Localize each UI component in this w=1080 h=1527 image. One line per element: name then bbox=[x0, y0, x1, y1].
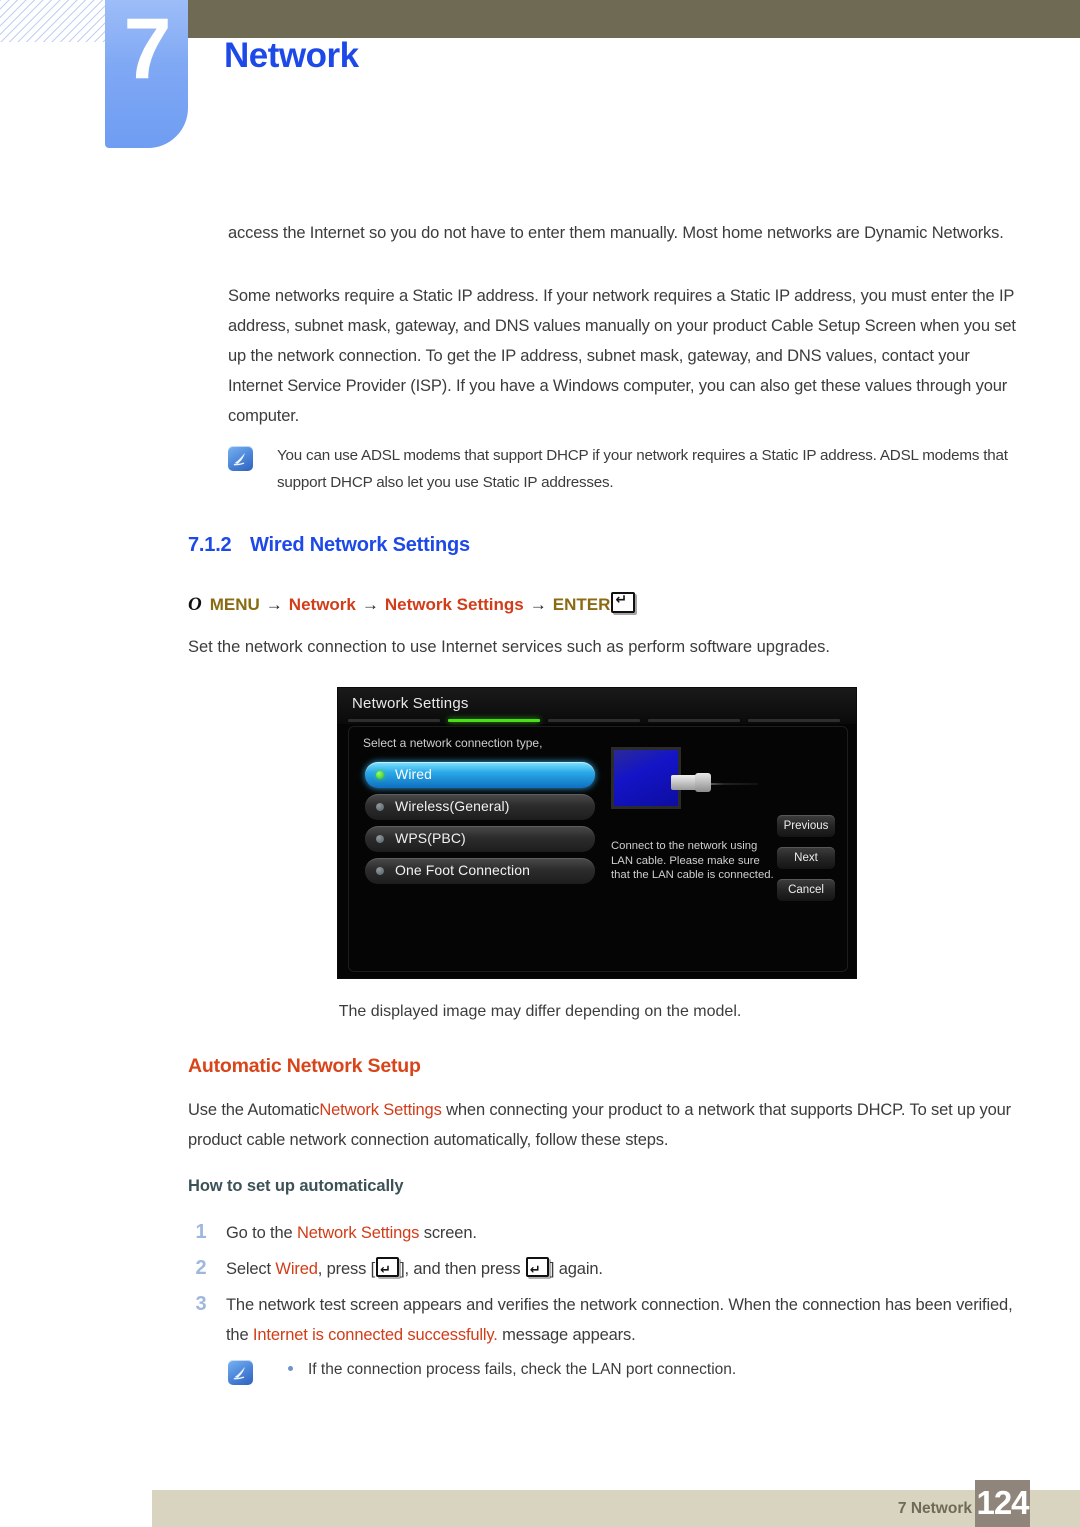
steps-list: 1 Go to the Network Settings screen. 2 S… bbox=[188, 1218, 1018, 1356]
radio-dot-icon bbox=[376, 803, 384, 811]
step1-suffix: screen. bbox=[419, 1224, 477, 1242]
step2-highlight: Wired bbox=[275, 1260, 318, 1278]
tv-panel: Select a network connection type, Wired … bbox=[348, 726, 848, 972]
arrow-icon-2: → bbox=[361, 595, 379, 614]
page-number-box: 124 bbox=[975, 1480, 1030, 1527]
enter-key-icon bbox=[611, 591, 636, 613]
note-pen-icon bbox=[228, 1360, 253, 1385]
menu-path-enter: ENTER bbox=[552, 595, 611, 614]
embedded-tv-screenshot: Network Settings Select a network connec… bbox=[338, 688, 856, 978]
tv-progress-bar bbox=[348, 719, 848, 722]
step1-highlight: Network Settings bbox=[296, 1224, 420, 1242]
automatic-setup-heading: Automatic Network Setup bbox=[188, 1055, 421, 1077]
progress-segment-2-active bbox=[448, 719, 540, 722]
note-text-adsl: You can use ADSL modems that support DHC… bbox=[277, 447, 1008, 491]
enter-key-icon bbox=[376, 1255, 400, 1285]
tv-option-one-foot-connection[interactable]: One Foot Connection bbox=[365, 858, 595, 884]
tv-option-label: One Foot Connection bbox=[395, 862, 530, 878]
tv-option-list: Wired Wireless(General) WPS(PBC) One Foo… bbox=[365, 762, 595, 890]
tv-subtitle: Select a network connection type, bbox=[363, 736, 543, 750]
tv-description: Connect to the network using LAN cable. … bbox=[611, 840, 774, 881]
auto-para-prefix: Use the Automatic bbox=[188, 1101, 320, 1119]
radio-dot-icon bbox=[376, 867, 384, 875]
tv-option-label: Wired bbox=[395, 766, 433, 782]
radio-dot-icon bbox=[376, 835, 384, 843]
chapter-title: Network bbox=[224, 36, 359, 75]
step3-suffix: message appears. bbox=[497, 1326, 636, 1344]
note-pen-icon bbox=[228, 446, 253, 471]
progress-segment-4 bbox=[648, 719, 740, 722]
tv-button-column: Previous Next Cancel bbox=[777, 815, 835, 911]
step-number: 3 bbox=[195, 1293, 207, 1315]
progress-segment-1 bbox=[348, 719, 440, 722]
section-number: 7.1.2 bbox=[188, 534, 232, 556]
step-item-3: 3 The network test screen appears and ve… bbox=[188, 1290, 1018, 1354]
chapter-number: 7 bbox=[123, 1, 172, 97]
step2-prefix: Select bbox=[226, 1260, 276, 1278]
paragraph-static-ip: Some networks require a Static IP addres… bbox=[228, 287, 1016, 425]
step2-mid: , press [ bbox=[317, 1260, 376, 1278]
radio-dot-icon bbox=[376, 771, 384, 779]
menu-path-network-settings: Network Settings bbox=[384, 595, 524, 614]
note-bullet-icon bbox=[288, 1366, 293, 1371]
auto-para-highlight: Network Settings bbox=[319, 1101, 442, 1119]
menu-path: O MENU → Network → Network Settings → ENTER bbox=[188, 591, 636, 616]
lan-cable-illustration bbox=[611, 747, 761, 827]
arrow-icon-3: → bbox=[529, 595, 547, 614]
step2-mid2: ], and then press bbox=[400, 1260, 525, 1278]
step3-highlight: Internet is connected successfully. bbox=[252, 1326, 498, 1344]
tv-option-label: WPS(PBC) bbox=[395, 830, 466, 846]
step-number: 1 bbox=[195, 1221, 207, 1243]
tv-next-button[interactable]: Next bbox=[777, 847, 835, 869]
footer-chapter-label: 7 Network bbox=[897, 1500, 972, 1517]
step1-prefix: Go to the bbox=[226, 1224, 297, 1242]
tv-option-wireless-general[interactable]: Wireless(General) bbox=[365, 794, 595, 820]
step-item-1: 1 Go to the Network Settings screen. bbox=[188, 1218, 1018, 1252]
menu-path-menu: MENU bbox=[209, 595, 260, 614]
step2-suffix: ] again. bbox=[549, 1260, 603, 1278]
step-text: Go to the Network Settings screen. bbox=[226, 1218, 1016, 1248]
section-title: Wired Network Settings bbox=[250, 534, 470, 556]
image-caption: The displayed image may differ depending… bbox=[338, 1003, 742, 1020]
enter-key-icon bbox=[525, 1255, 549, 1285]
automatic-setup-paragraph: Use the AutomaticNetwork Settings when c… bbox=[188, 1095, 1018, 1155]
tv-option-label: Wireless(General) bbox=[395, 798, 510, 814]
step-text: Select Wired, press [ ], and then press ]… bbox=[226, 1254, 1016, 1285]
menu-path-network: Network bbox=[288, 595, 356, 614]
note-text-lan-port: If the connection process fails, check t… bbox=[308, 1361, 737, 1378]
tv-cancel-button[interactable]: Cancel bbox=[777, 879, 835, 901]
arrow-icon-1: → bbox=[265, 595, 283, 614]
lan-plug-body-icon bbox=[695, 773, 711, 792]
page-number: 124 bbox=[976, 1484, 1029, 1521]
tv-previous-button[interactable]: Previous bbox=[777, 815, 835, 837]
paragraph-dynamic-networks: access the Internet so you do not have t… bbox=[228, 224, 1004, 242]
step-number: 2 bbox=[195, 1257, 207, 1279]
step-text: The network test screen appears and veri… bbox=[226, 1290, 1016, 1350]
chapter-number-tag: 7 bbox=[105, 0, 188, 148]
step-item-2: 2 Select Wired, press [ ], and then press… bbox=[188, 1254, 1018, 1288]
section-lead-text: Set the network connection to use Intern… bbox=[188, 638, 831, 656]
tv-title: Network Settings bbox=[352, 695, 469, 712]
menu-path-bullet-icon: O bbox=[188, 594, 202, 615]
progress-segment-5 bbox=[748, 719, 840, 722]
progress-segment-3 bbox=[548, 719, 640, 722]
lan-plug-icon bbox=[671, 775, 697, 790]
tv-option-wps-pbc[interactable]: WPS(PBC) bbox=[365, 826, 595, 852]
tv-option-wired[interactable]: Wired bbox=[365, 762, 595, 788]
section-heading: 7.1.2 Wired Network Settings bbox=[188, 534, 470, 557]
how-to-subheading: How to set up automatically bbox=[188, 1177, 404, 1195]
header-olive-bar bbox=[188, 0, 1080, 38]
